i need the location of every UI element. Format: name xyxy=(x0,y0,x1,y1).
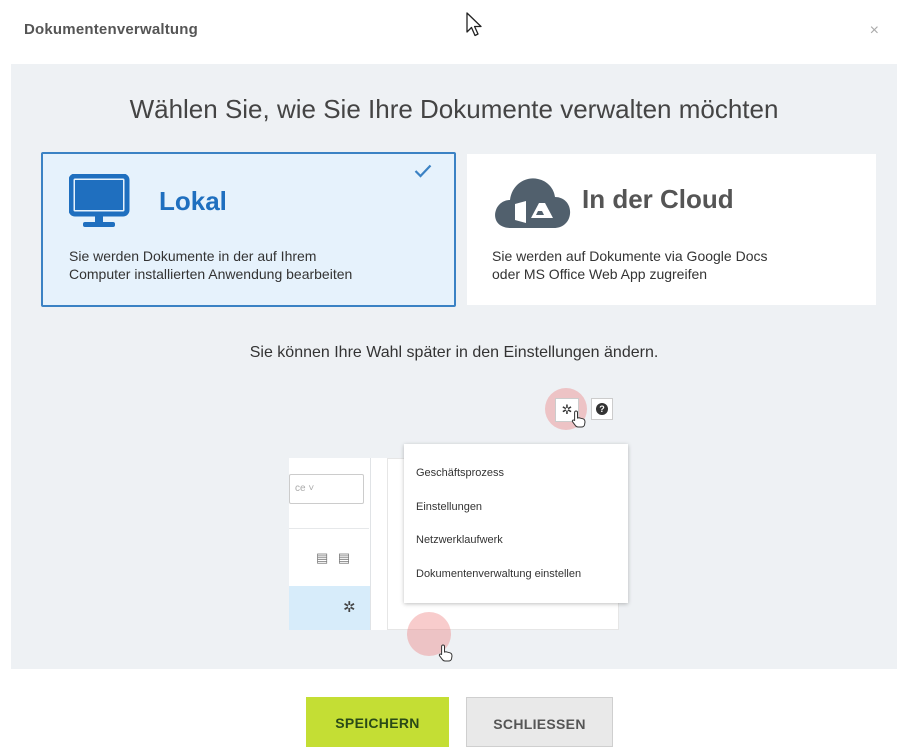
hand-pointer-icon xyxy=(571,410,586,428)
settings-hint: Sie können Ihre Wahl später in den Einst… xyxy=(249,344,659,361)
option-local-card[interactable]: Lokal Sie werden Dokumente in der auf Ih… xyxy=(41,152,456,307)
illustration-divider xyxy=(289,528,369,529)
menu-item-dokumentenverwaltung: Dokumentenverwaltung einstellen xyxy=(416,568,582,580)
dialog-title: Dokumentenverwaltung xyxy=(24,21,199,38)
menu-item-einstellungen: Einstellungen xyxy=(416,501,483,513)
monitor-icon xyxy=(69,174,130,227)
option-cloud-desc-line1: Sie werden auf Dokumente via Google Docs xyxy=(492,248,768,264)
option-local-desc-line1: Sie werden Dokumente in der auf Ihrem xyxy=(69,248,317,264)
illustration-selected-row xyxy=(289,586,370,630)
hand-pointer-icon xyxy=(438,644,453,662)
option-local-desc-line2: Computer installierten Anwendung bearbei… xyxy=(69,266,353,282)
settings-illustration: ce ˅ ▤ ▤ ✲ ✲ ? Geschäftsprozess Einstell… xyxy=(209,386,629,662)
option-local-title: Lokal xyxy=(159,186,227,216)
option-cloud-title: In der Cloud xyxy=(582,184,734,214)
illustration-list-icons: ▤ ▤ xyxy=(316,550,354,565)
close-icon[interactable]: × xyxy=(870,22,879,40)
save-button[interactable]: SPEICHERN xyxy=(306,697,449,747)
menu-item-netzwerklaufwerk: Netzwerklaufwerk xyxy=(416,534,503,546)
close-button[interactable]: SCHLIESSEN xyxy=(466,697,613,747)
checkmark-icon xyxy=(414,164,432,178)
page-heading: Wählen Sie, wie Sie Ihre Dokumente verwa… xyxy=(129,94,779,124)
mouse-pointer-icon xyxy=(466,12,482,37)
menu-item-geschaeftsprozess: Geschäftsprozess xyxy=(416,467,505,479)
illustration-select: ce ˅ xyxy=(289,474,364,504)
content-area: Wählen Sie, wie Sie Ihre Dokumente verwa… xyxy=(11,64,897,669)
cloud-icon xyxy=(495,178,571,228)
option-cloud-desc-line2: oder MS Office Web App zugreifen xyxy=(492,266,708,282)
illustration-dropdown-menu: Geschäftsprozess Einstellungen Netzwerkl… xyxy=(404,444,628,603)
illustration-column-divider xyxy=(370,458,371,630)
help-icon: ? xyxy=(591,398,613,420)
option-cloud-card[interactable]: In der Cloud Sie werden auf Dokumente vi… xyxy=(467,154,876,305)
gear-icon: ✲ xyxy=(343,599,356,616)
option-local-description: Sie werden Dokumente in der auf Ihrem Co… xyxy=(69,247,449,283)
option-cloud-description: Sie werden auf Dokumente via Google Docs… xyxy=(492,247,872,283)
